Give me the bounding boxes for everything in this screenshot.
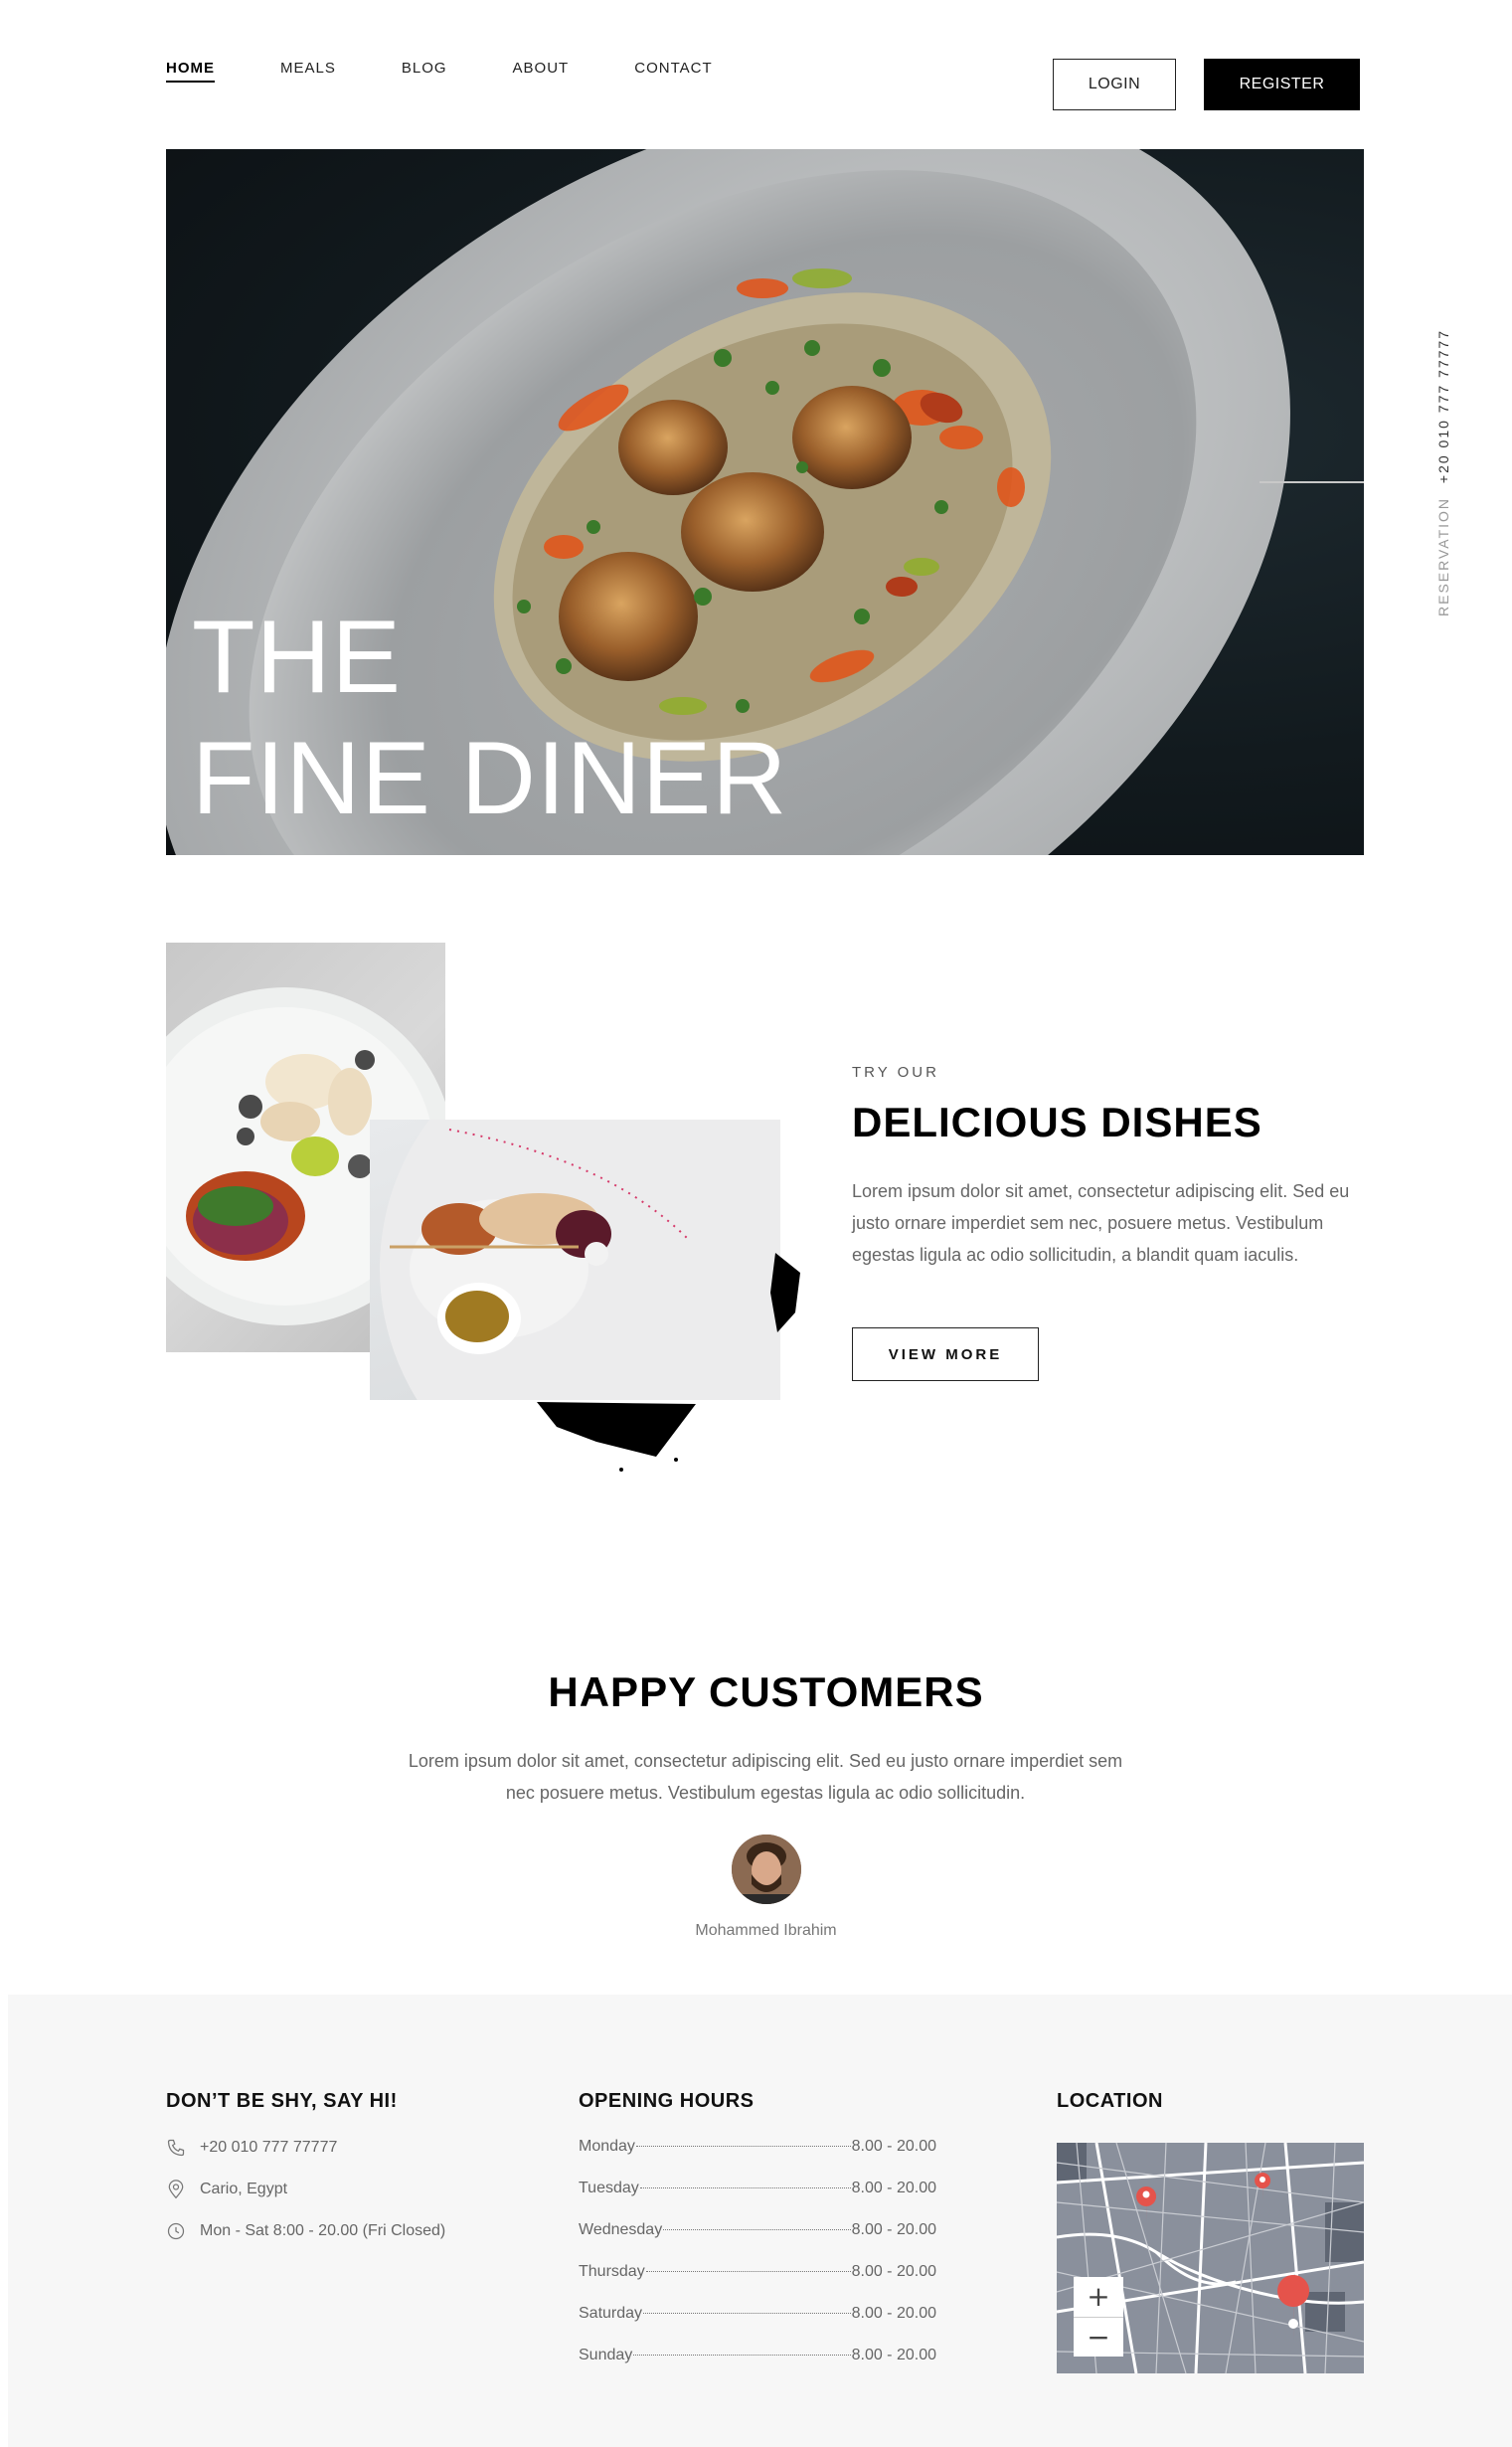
hours-time: 8.00 - 20.00	[851, 2138, 936, 2155]
nav-contact[interactable]: CONTACT	[634, 60, 712, 83]
dishes-description: Lorem ipsum dolor sit amet, consectetur …	[852, 1181, 1350, 1265]
hours-day: Wednesday	[579, 2221, 663, 2238]
login-button[interactable]: LOGIN	[1053, 59, 1176, 110]
hours-row-thursday: Thursday 8.00 - 20.00	[579, 2263, 936, 2281]
dishes-title: DELICIOUS DISHES	[852, 1099, 1262, 1145]
zoom-in-button[interactable]: +	[1074, 2277, 1123, 2318]
hours-time: 8.00 - 20.00	[851, 2347, 936, 2363]
customer-name: Mohammed Ibrahim	[695, 1922, 837, 1939]
customers-testimonial: Lorem ipsum dolor sit amet, consectetur …	[408, 1751, 1123, 1803]
hours-time: 8.00 - 20.00	[851, 2221, 936, 2238]
contact-hours: Mon - Sat 8:00 - 20.00 (Fri Closed)	[200, 2222, 446, 2239]
hours-time: 8.00 - 20.00	[851, 2263, 936, 2280]
hours-day: Saturday	[579, 2305, 643, 2322]
nav-about[interactable]: ABOUT	[513, 60, 570, 83]
hero-divider	[1260, 481, 1364, 483]
avatar	[732, 1835, 801, 1904]
hero-banner: THE FINE DINER	[166, 149, 1364, 855]
opening-hours-heading: OPENING HOURS	[579, 2090, 755, 2112]
location-pin-icon	[168, 2180, 184, 2199]
hours-row-tuesday: Tuesday 8.00 - 20.00	[579, 2180, 936, 2197]
contact-heading: DON’T BE SHY, SAY HI!	[166, 2090, 398, 2112]
ink-splash-decoration	[537, 1253, 800, 1472]
main-nav: HOME MEALS BLOG ABOUT CONTACT	[166, 60, 778, 83]
hours-day: Monday	[579, 2138, 635, 2155]
customers-title: HAPPY CUSTOMERS	[548, 1668, 984, 1715]
view-more-button[interactable]: VIEW MORE	[852, 1327, 1039, 1381]
hours-time: 8.00 - 20.00	[851, 2180, 936, 2196]
contact-address: Cario, Egypt	[200, 2181, 288, 2197]
hours-day: Tuesday	[579, 2180, 639, 2196]
reservation-vertical-text[interactable]: RESERVATION +20 010 777 77777	[1435, 329, 1451, 616]
hours-day: Sunday	[579, 2347, 633, 2363]
register-button[interactable]: REGISTER	[1204, 59, 1360, 110]
contact-address-row: Cario, Egypt	[166, 2180, 287, 2199]
dishes-kicker: TRY OUR	[852, 1064, 939, 1081]
hours-day: Thursday	[579, 2263, 645, 2280]
phone-icon	[167, 2139, 185, 2157]
clock-icon	[167, 2222, 185, 2240]
hours-row-monday: Monday 8.00 - 20.00	[579, 2138, 936, 2156]
hero-title: THE FINE DINER	[192, 597, 787, 839]
hero-title-line-1: THE	[192, 600, 402, 715]
reservation-phone[interactable]: +20 010 777 77777	[1435, 329, 1451, 483]
location-map[interactable]: + −	[1057, 2143, 1364, 2373]
hours-row-wednesday: Wednesday 8.00 - 20.00	[579, 2221, 936, 2239]
zoom-out-button[interactable]: −	[1074, 2318, 1123, 2358]
hours-row-sunday: Sunday 8.00 - 20.00	[579, 2347, 936, 2364]
hero-title-line-2: FINE DINER	[192, 721, 788, 836]
contact-phone: +20 010 777 77777	[200, 2139, 338, 2156]
nav-meals[interactable]: MEALS	[280, 60, 336, 83]
contact-hours-row: Mon - Sat 8:00 - 20.00 (Fri Closed)	[166, 2221, 445, 2241]
hours-time: 8.00 - 20.00	[851, 2305, 936, 2322]
location-heading: LOCATION	[1057, 2090, 1163, 2112]
reservation-label: RESERVATION	[1435, 496, 1451, 616]
hours-row-saturday: Saturday 8.00 - 20.00	[579, 2305, 936, 2323]
nav-home[interactable]: HOME	[166, 60, 215, 83]
nav-blog[interactable]: BLOG	[402, 60, 447, 83]
contact-phone-row[interactable]: +20 010 777 77777	[166, 2138, 337, 2158]
map-zoom-controls: + −	[1074, 2277, 1123, 2357]
